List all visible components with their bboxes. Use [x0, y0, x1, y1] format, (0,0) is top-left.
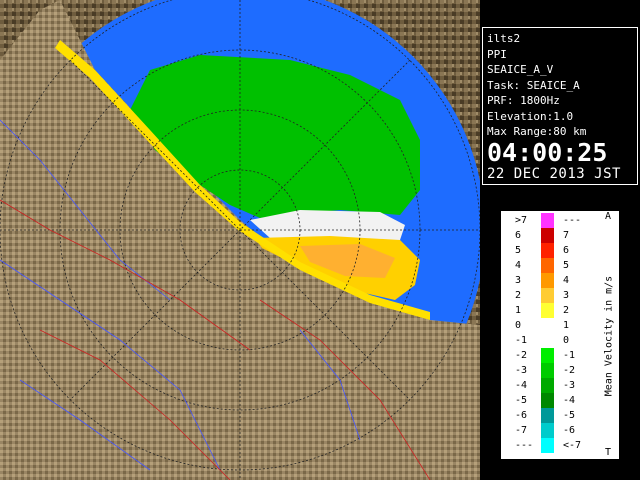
legend-swatch [541, 363, 554, 378]
legend-swatch [541, 423, 554, 438]
legend-swatch [541, 273, 554, 288]
legend-low-label: -2 [515, 350, 528, 361]
legend-swatch [541, 213, 554, 228]
legend-low-label: 1 [515, 305, 522, 316]
legend-high-label: 7 [563, 230, 570, 241]
legend-high-label: -5 [563, 410, 576, 421]
legend-high-label: -1 [563, 350, 576, 361]
legend-swatch [541, 378, 554, 393]
legend-swatch [541, 258, 554, 273]
legend-top-marker: A [605, 211, 612, 222]
legend-high-label: -2 [563, 365, 576, 376]
legend-low-label: 0 [515, 320, 522, 331]
legend-low-label: 6 [515, 230, 522, 241]
legend-title-wrap: Mean Velocity in m/s [599, 226, 619, 446]
legend-low-label: 5 [515, 245, 522, 256]
legend-title: Mean Velocity in m/s [603, 275, 615, 397]
legend-swatch [541, 408, 554, 423]
scan-time: 04:00:25 [487, 137, 608, 167]
legend-low-label: -3 [515, 365, 528, 376]
legend-high-label: 3 [563, 290, 570, 301]
task-name: Task: SEAICE_A [487, 78, 580, 92]
legend-low-label: 3 [515, 275, 522, 286]
legend-low-label: >7 [515, 215, 528, 226]
legend-swatch [541, 318, 554, 333]
legend-low-label: -6 [515, 410, 528, 421]
legend-swatch [541, 333, 554, 348]
legend-swatch [541, 303, 554, 318]
legend-high-label: 6 [563, 245, 570, 256]
legend-high-label: 1 [563, 320, 570, 331]
legend-swatch [541, 243, 554, 258]
elevation-value: Elevation:1.0 [487, 109, 574, 123]
prf-value: PRF: 1800Hz [487, 94, 560, 107]
legend-swatch [541, 228, 554, 243]
legend-high-label: -4 [563, 395, 576, 406]
legend-high-label: -3 [563, 380, 576, 391]
legend-bottom-marker: T [605, 447, 612, 458]
legend-low-label: --- [515, 440, 534, 451]
legend-swatch [541, 438, 554, 453]
legend-low-label: -1 [515, 335, 528, 346]
legend-high-label: 0 [563, 335, 570, 346]
legend-low-label: -5 [515, 395, 528, 406]
product-name: SEAICE_A_V [487, 63, 554, 76]
legend-low-label: 2 [515, 290, 522, 301]
legend-high-label: 2 [563, 305, 570, 316]
site-name: ilts2 [487, 32, 521, 45]
legend-high-label: -6 [563, 425, 576, 436]
legend-low-label: -4 [515, 380, 528, 391]
legend-swatch [541, 393, 554, 408]
legend-swatch [541, 288, 554, 303]
legend-high-label: 5 [563, 260, 570, 271]
velocity-legend: >7 --- 6 7 5 6 4 5 3 4 2 3 1 2 0 1 -1 0 -2 -1 -3 -2 -4 -3 -5 -4 -6… [500, 210, 620, 460]
info-sidebar: ilts2 PPI SEAICE_A_V Task: SEAICE_A PRF:… [480, 0, 640, 480]
legend-swatch [541, 348, 554, 363]
legend-high-label: --- [563, 215, 582, 226]
legend-low-label: 4 [515, 260, 522, 271]
legend-high-label: <-7 [563, 440, 582, 451]
radar-ppi-display [0, 0, 480, 480]
legend-low-label: -7 [515, 425, 528, 436]
scan-mode: PPI [487, 47, 507, 61]
legend-high-label: 4 [563, 275, 570, 286]
radar-info-box: ilts2 PPI SEAICE_A_V Task: SEAICE_A PRF:… [482, 27, 638, 185]
scan-date: 22 DEC 2013 JST [487, 165, 621, 182]
